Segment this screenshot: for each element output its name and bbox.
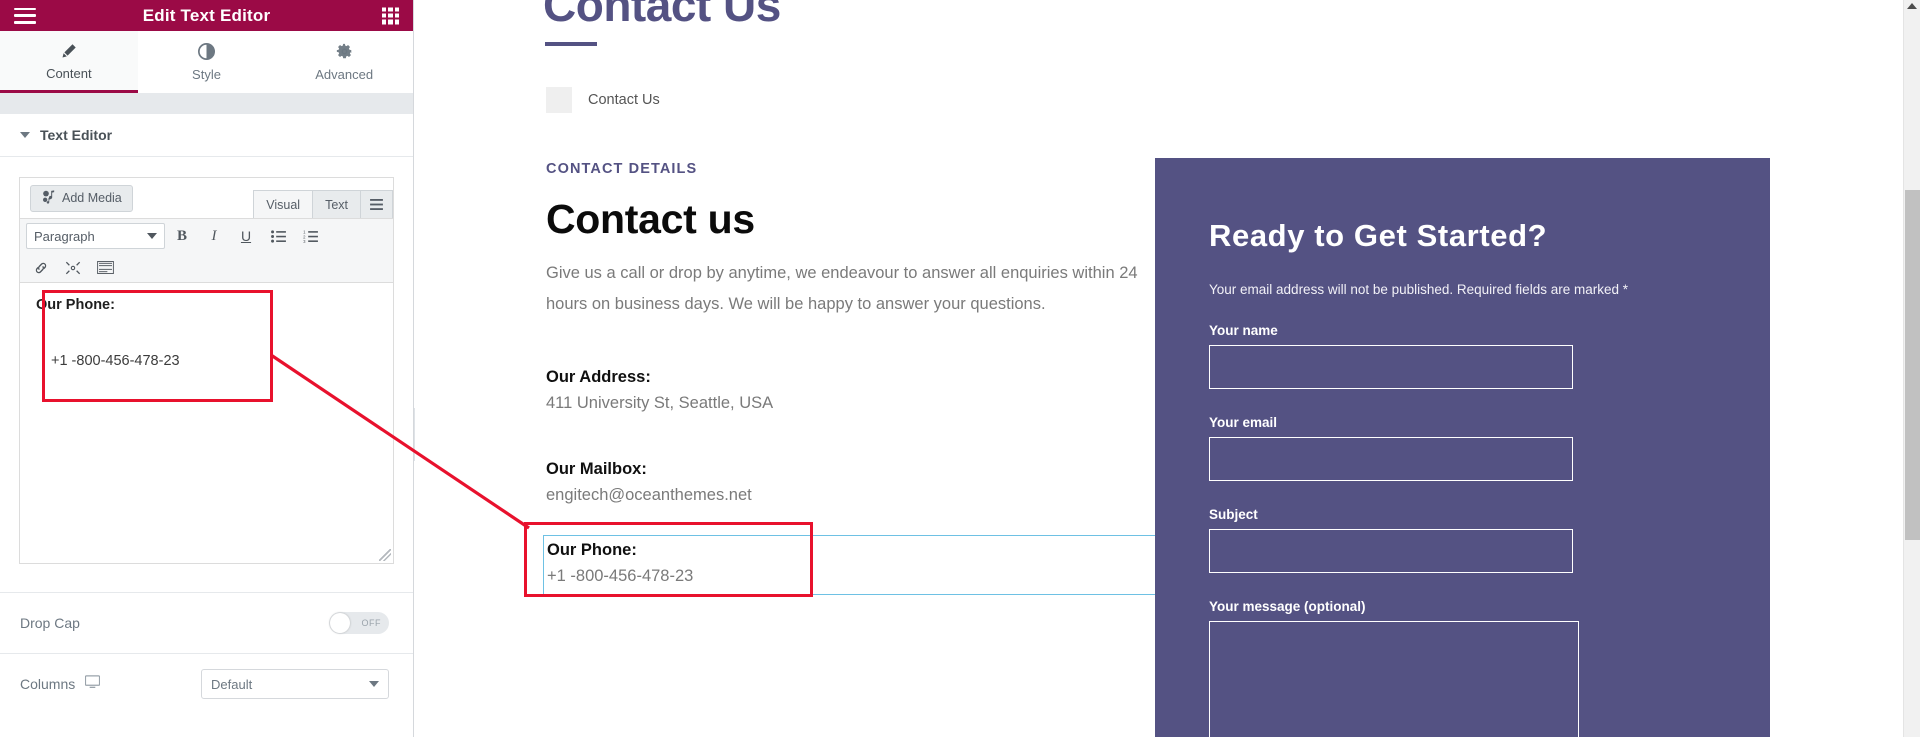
editor-line-2: +1 -800-456-478-23: [51, 353, 180, 369]
drop-cap-state: OFF: [361, 618, 381, 628]
wysiwyg-editor: Add Media Visual Text Paragraph B I U 1 …: [19, 177, 394, 564]
tab-style-label: Style: [192, 66, 221, 82]
contrast-circle-icon: [198, 42, 215, 60]
editor-toolbar-row-2: [20, 253, 393, 283]
tab-content[interactable]: Content: [0, 31, 138, 93]
section-eyebrow: CONTACT DETAILS: [546, 161, 698, 177]
hamburger-icon[interactable]: [14, 7, 36, 24]
control-drop-cap: Drop Cap OFF: [0, 592, 413, 654]
preview-canvas: Contact Us Contact Us CONTACT DETAILS Co…: [415, 0, 1895, 737]
gear-icon: [336, 43, 353, 60]
info-value: +1 -800-456-478-23: [547, 567, 694, 585]
info-block-mailbox: Our Mailbox: engitech@oceanthemes.net: [546, 460, 752, 505]
panel-title: Edit Text Editor: [142, 5, 271, 25]
panel-header: Edit Text Editor: [0, 0, 413, 31]
editor-mode-tabs: Visual Text: [253, 190, 393, 218]
caret-down-icon: [20, 132, 30, 138]
editor-media-row: Add Media Visual Text: [20, 178, 393, 218]
your-message-textarea[interactable]: [1209, 621, 1579, 737]
field-label: Subject: [1209, 507, 1258, 522]
panel-divider: [0, 94, 413, 114]
svg-text:3: 3: [303, 239, 306, 243]
format-select-value: Paragraph: [34, 228, 95, 244]
scroll-up-arrow-icon[interactable]: [1907, 3, 1917, 9]
info-heading: Our Phone:: [547, 541, 637, 559]
toggle-knob: [330, 613, 350, 633]
underline-icon[interactable]: U: [231, 221, 261, 251]
section-title: Text Editor: [40, 127, 113, 143]
chevron-down-icon: [147, 233, 157, 239]
resize-grip-icon[interactable]: [379, 549, 391, 561]
info-value: engitech@oceanthemes.net: [546, 486, 752, 504]
bold-icon[interactable]: B: [167, 221, 197, 251]
editor-content-area[interactable]: Our Phone: +1 -800-456-478-23: [20, 283, 393, 563]
columns-select[interactable]: Default: [201, 669, 389, 699]
placeholder-swatch: [546, 87, 572, 113]
numbered-list-icon[interactable]: 123: [295, 221, 325, 251]
add-media-button[interactable]: Add Media: [30, 184, 133, 212]
tab-advanced[interactable]: Advanced: [275, 31, 413, 93]
tab-style[interactable]: Style: [138, 31, 276, 93]
wysiwyg-wrapper: Add Media Visual Text Paragraph B I U 1 …: [0, 157, 413, 564]
section-paragraph: Give us a call or drop by anytime, we en…: [546, 264, 1138, 313]
scroll-thumb[interactable]: [1905, 190, 1920, 540]
contact-form-panel: Ready to Get Started? Your email address…: [1155, 158, 1770, 737]
desktop-icon[interactable]: [85, 674, 101, 694]
drop-cap-label: Drop Cap: [20, 615, 80, 631]
control-columns: Columns Default: [0, 654, 413, 714]
subject-input[interactable]: [1209, 529, 1573, 573]
field-group-name: Your name: [1209, 323, 1716, 389]
panel-tabs: Content Style Advanced: [0, 31, 413, 94]
drop-cap-toggle[interactable]: OFF: [329, 612, 389, 634]
your-email-input[interactable]: [1209, 437, 1573, 481]
info-heading: Our Address:: [546, 368, 651, 386]
field-label: Your name: [1209, 323, 1278, 338]
selected-text-widget-phone[interactable]: Our Phone: +1 -800-456-478-23: [543, 535, 1161, 595]
editor-toolbar-row-1: Paragraph B I U 123: [20, 218, 393, 253]
chevron-down-icon: [369, 681, 379, 687]
info-heading: Our Mailbox:: [546, 460, 647, 478]
field-group-subject: Subject: [1209, 507, 1716, 573]
tab-content-label: Content: [46, 66, 92, 81]
tab-text[interactable]: Text: [312, 190, 361, 218]
section-heading: Contact us: [546, 196, 755, 242]
breadcrumb-label[interactable]: Contact Us: [588, 92, 660, 108]
bulleted-list-icon[interactable]: [263, 221, 293, 251]
hero-title: Contact Us: [543, 0, 781, 31]
hero-underline: [545, 42, 597, 46]
field-group-email: Your email: [1209, 415, 1716, 481]
form-title: Ready to Get Started?: [1209, 218, 1548, 253]
form-note: Your email address will not be published…: [1209, 282, 1628, 297]
editor-line-1: Our Phone:: [36, 297, 115, 313]
field-label: Your message (optional): [1209, 599, 1366, 614]
add-media-label: Add Media: [62, 191, 122, 205]
tab-advanced-label: Advanced: [315, 66, 374, 82]
link-icon[interactable]: [26, 253, 56, 283]
media-icon: [41, 189, 56, 207]
field-label: Your email: [1209, 415, 1278, 430]
page-scrollbar[interactable]: [1903, 0, 1920, 737]
columns-label: Columns: [20, 676, 76, 692]
grid-icon[interactable]: [382, 7, 399, 24]
format-select[interactable]: Paragraph: [26, 223, 165, 249]
tab-visual[interactable]: Visual: [253, 190, 314, 218]
elementor-panel: Edit Text Editor Content Style Advanced: [0, 0, 414, 737]
breadcrumb: Contact Us: [546, 87, 660, 113]
field-group-message: Your message (optional): [1209, 599, 1716, 737]
section-text-editor-header[interactable]: Text Editor: [0, 114, 413, 157]
columns-value: Default: [211, 676, 253, 692]
italic-icon[interactable]: I: [199, 221, 229, 251]
unlink-icon[interactable]: [58, 253, 88, 283]
toolbar-toggle-icon[interactable]: [360, 190, 393, 218]
read-more-icon[interactable]: [90, 253, 120, 283]
pencil-icon: [61, 43, 77, 59]
your-name-input[interactable]: [1209, 345, 1573, 389]
info-block-address: Our Address: 411 University St, Seattle,…: [546, 368, 773, 413]
info-value: 411 University St, Seattle, USA: [546, 394, 774, 412]
